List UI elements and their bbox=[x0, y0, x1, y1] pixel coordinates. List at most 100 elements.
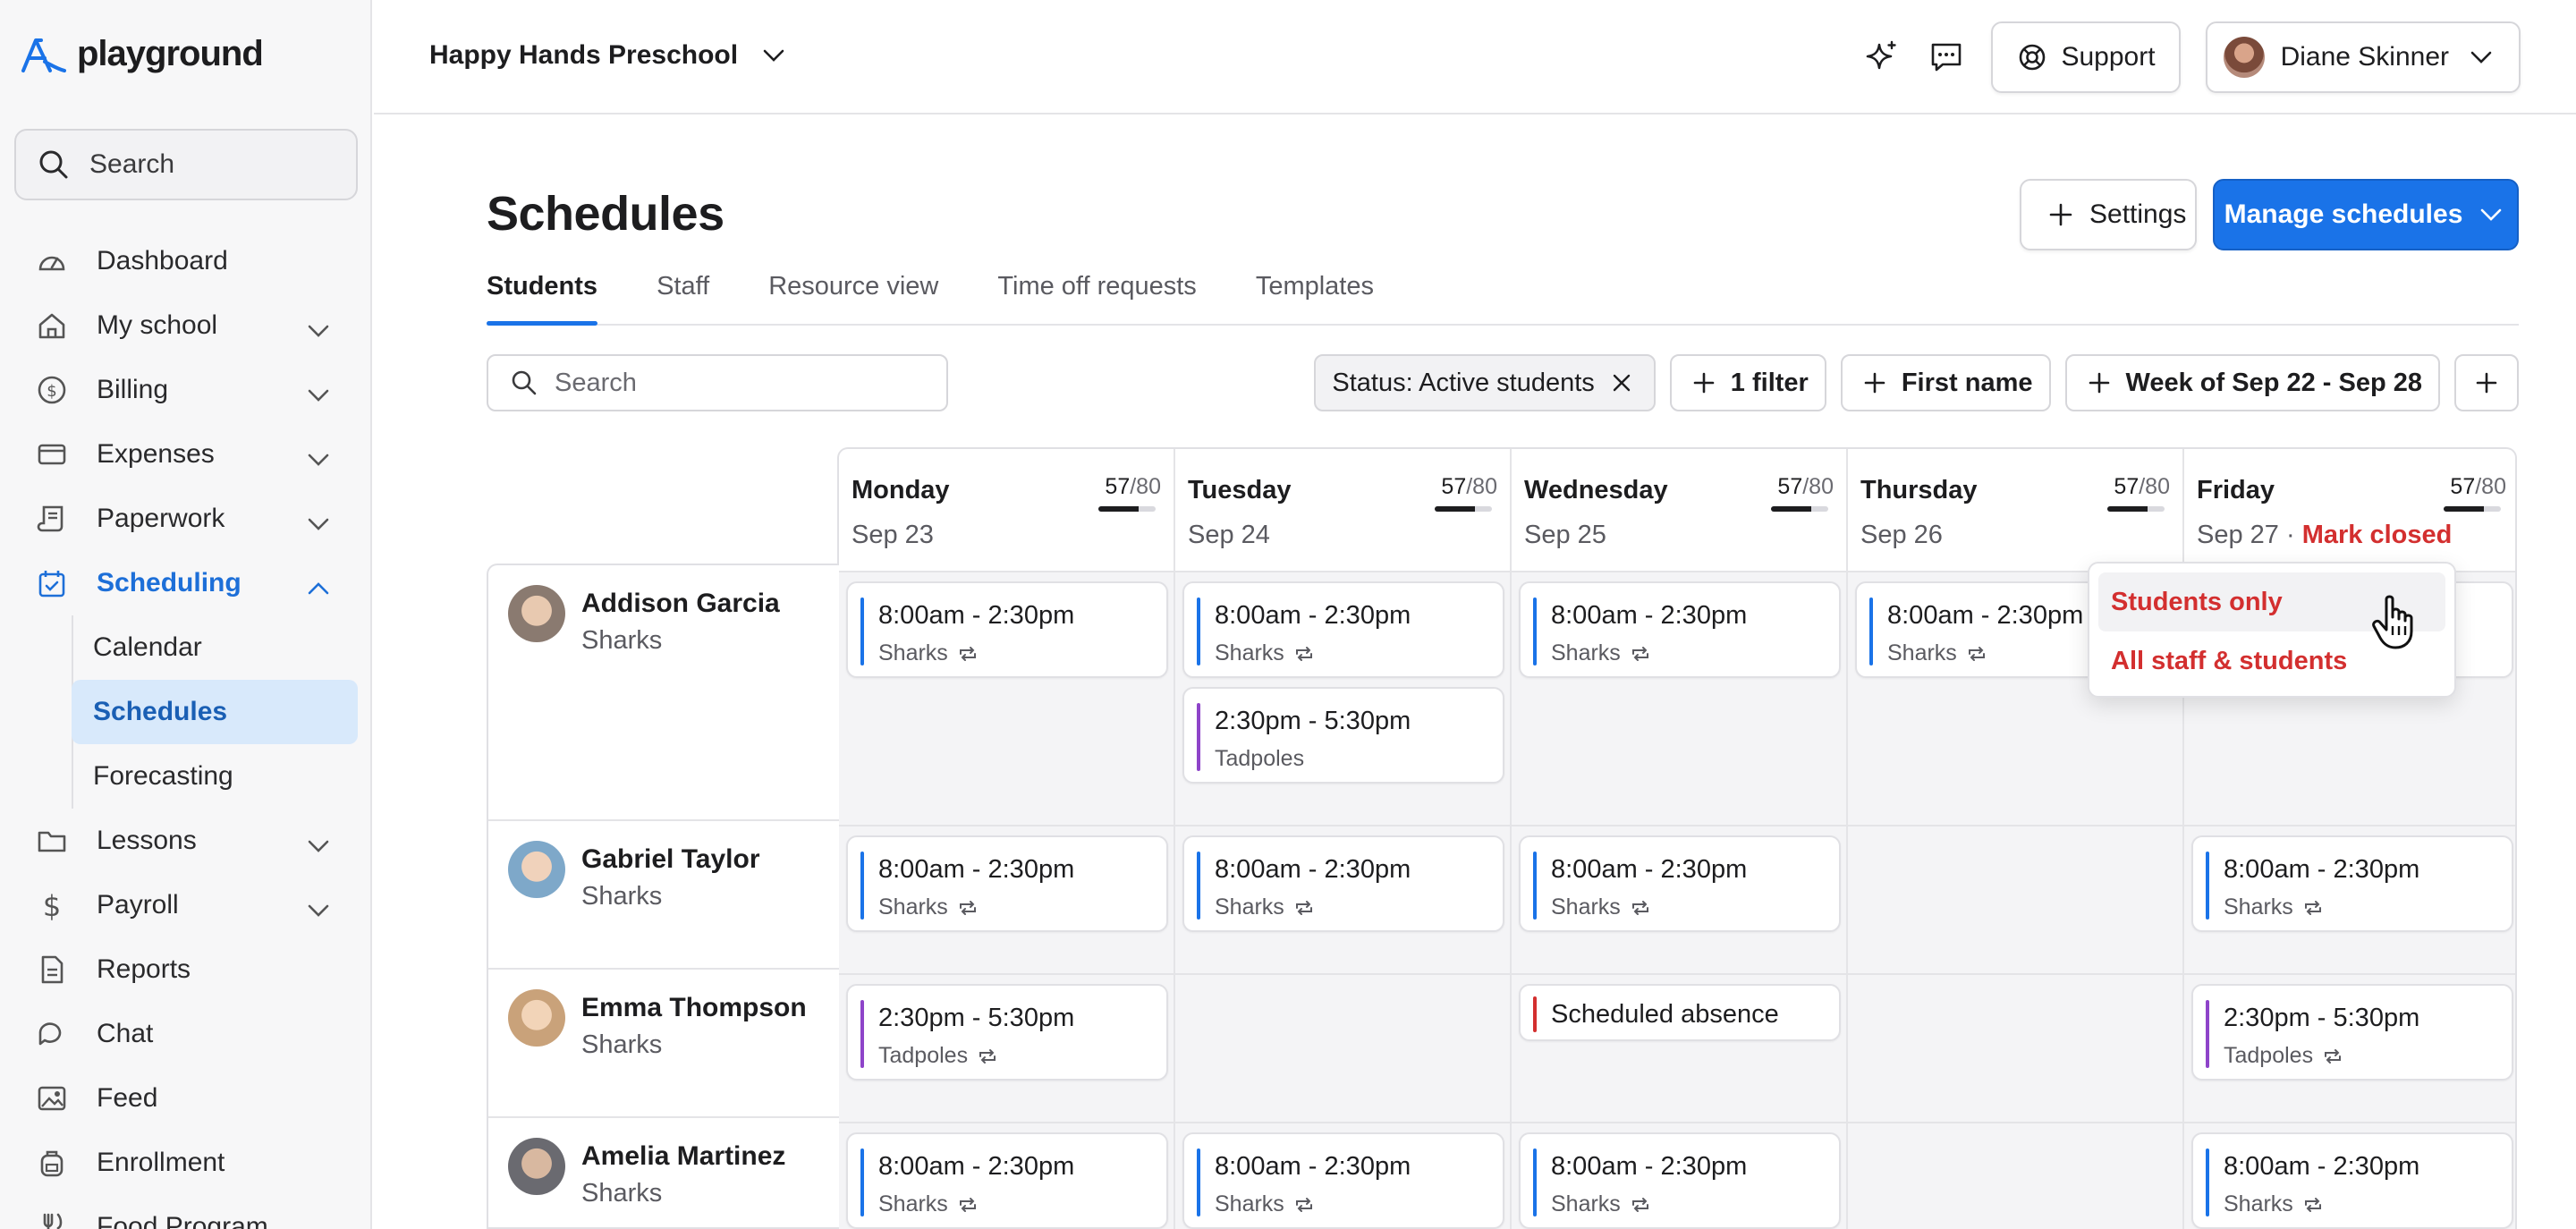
schedule-card[interactable]: 8:00am - 2:30pm Sharks bbox=[1182, 835, 1504, 932]
repeat-icon bbox=[959, 646, 976, 661]
student-search-input[interactable]: Search bbox=[487, 354, 948, 411]
sidebar-search[interactable]: Search bbox=[14, 129, 358, 200]
message-icon[interactable] bbox=[1927, 38, 1966, 77]
close-icon[interactable] bbox=[1606, 367, 1638, 399]
tab-staff[interactable]: Staff bbox=[657, 268, 709, 324]
sidebar-item-food-program[interactable]: Food Program bbox=[0, 1195, 372, 1229]
week-picker-chip[interactable]: Week of Sep 22 - Sep 28 bbox=[2064, 354, 2440, 411]
column-divider bbox=[1174, 572, 1175, 1229]
status-filter-chip[interactable]: Status: Active students bbox=[1314, 354, 1656, 411]
student-row[interactable]: Amelia Martinez Sharks bbox=[488, 1118, 839, 1229]
group-color-bar bbox=[2206, 1000, 2209, 1068]
support-button[interactable]: Support bbox=[1991, 21, 2181, 93]
brand-name: playground bbox=[77, 34, 264, 73]
sidebar-subitem-schedules[interactable]: Schedules bbox=[72, 680, 358, 744]
student-row[interactable]: Emma Thompson Sharks bbox=[488, 970, 839, 1118]
schedule-card[interactable]: 2:30pm - 5:30pm Tadpoles bbox=[2191, 984, 2513, 1081]
day-date: Sep 23 bbox=[852, 521, 934, 549]
student-group: Sharks bbox=[581, 882, 663, 911]
student-row[interactable]: Addison Garcia Sharks bbox=[488, 565, 839, 821]
user-menu[interactable]: Diane Skinner bbox=[2205, 21, 2521, 93]
schedule-group: Sharks bbox=[1215, 894, 1315, 920]
chevron-down-icon[interactable] bbox=[302, 830, 335, 862]
add-filter-chip[interactable]: 1 filter bbox=[1669, 354, 1826, 411]
credit-card-icon bbox=[36, 438, 68, 470]
capacity-count: 57/80 bbox=[1105, 474, 1161, 500]
student-row[interactable]: Gabriel Taylor Sharks bbox=[488, 821, 839, 970]
sidebar-item-chat[interactable]: Chat bbox=[0, 1002, 372, 1066]
tab-resource-view[interactable]: Resource view bbox=[768, 268, 938, 324]
sidebar-item-label: Dashboard bbox=[97, 246, 228, 275]
schedule-card[interactable]: 8:00am - 2:30pm Sharks bbox=[846, 581, 1168, 678]
capacity-count: 57/80 bbox=[2450, 474, 2506, 500]
schedule-card[interactable]: 2:30pm - 5:30pm Tadpoles bbox=[846, 984, 1168, 1081]
sidebar-item-billing[interactable]: $ Billing bbox=[0, 358, 372, 422]
schedule-card[interactable]: 8:00am - 2:30pm Sharks bbox=[1182, 581, 1504, 678]
sidebar-item-reports[interactable]: Reports bbox=[0, 937, 372, 1002]
schedule-card[interactable]: 2:30pm - 5:30pm Tadpoles bbox=[1182, 687, 1504, 784]
tab-time-off-requests[interactable]: Time off requests bbox=[997, 268, 1196, 324]
chevron-down-icon[interactable] bbox=[302, 379, 335, 411]
sidebar-item-feed[interactable]: Feed bbox=[0, 1066, 372, 1131]
enrolled-count: 57 bbox=[2450, 474, 2476, 499]
group-color-bar bbox=[2206, 852, 2209, 920]
schedule-card[interactable]: 8:00am - 2:30pm Sharks bbox=[1519, 1132, 1841, 1229]
day-name: Tuesday bbox=[1188, 476, 1292, 504]
column-divider bbox=[1846, 572, 1848, 1229]
dollar-icon: $ bbox=[36, 889, 68, 921]
student-name: Amelia Martinez bbox=[581, 1141, 786, 1171]
schedule-card[interactable]: 8:00am - 2:30pm Sharks bbox=[1182, 1132, 1504, 1229]
chevron-down-icon[interactable] bbox=[302, 315, 335, 347]
sidebar-item-paperwork[interactable]: Paperwork bbox=[0, 487, 372, 551]
group-color-bar bbox=[860, 1148, 864, 1216]
sidebar-subitem-forecasting[interactable]: Forecasting bbox=[72, 744, 372, 809]
avatar bbox=[508, 841, 565, 898]
manage-schedules-button[interactable]: Manage schedules bbox=[2213, 179, 2519, 250]
sidebar-item-my-school[interactable]: My school bbox=[0, 293, 372, 358]
sidebar-item-enrollment[interactable]: Enrollment bbox=[0, 1131, 372, 1195]
day-name: Friday bbox=[2197, 476, 2275, 504]
school-name: Happy Hands Preschool bbox=[429, 40, 739, 70]
settings-button[interactable]: Settings bbox=[2020, 179, 2197, 250]
capacity-fill bbox=[2444, 506, 2485, 512]
repeat-icon bbox=[2304, 1197, 2321, 1212]
chevron-down-icon[interactable] bbox=[302, 508, 335, 540]
group-label: Sharks bbox=[2224, 1191, 2293, 1216]
tab-students[interactable]: Students bbox=[487, 268, 598, 326]
schedule-time: 8:00am - 2:30pm bbox=[1215, 1152, 1411, 1181]
schedule-card[interactable]: 8:00am - 2:30pm Sharks bbox=[846, 1132, 1168, 1229]
sidebar-item-scheduling[interactable]: Scheduling bbox=[0, 551, 372, 615]
schedule-card[interactable]: 8:00am - 2:30pm Sharks bbox=[1519, 835, 1841, 932]
schedule-group: Tadpoles bbox=[1215, 746, 1304, 772]
sidebar-item-dashboard[interactable]: Dashboard bbox=[0, 229, 372, 293]
absence-card[interactable]: Scheduled absence bbox=[1519, 984, 1841, 1041]
school-switcher[interactable]: Happy Hands Preschool bbox=[429, 39, 790, 72]
sidebar-item-label: Billing bbox=[97, 375, 169, 404]
sparkle-icon[interactable] bbox=[1862, 38, 1902, 77]
schedule-card[interactable]: 8:00am - 2:30pm Sharks bbox=[846, 835, 1168, 932]
schedule-time: 8:00am - 2:30pm bbox=[1551, 1152, 1748, 1181]
week-label: Week of Sep 22 - Sep 28 bbox=[2125, 368, 2423, 397]
repeat-icon bbox=[1295, 900, 1312, 915]
first-name-sort-chip[interactable]: First name bbox=[1840, 354, 2051, 411]
chevron-down-icon[interactable] bbox=[302, 444, 335, 476]
schedule-card[interactable]: 8:00am - 2:30pm Sharks bbox=[2191, 1132, 2513, 1229]
sidebar-item-lessons[interactable]: Lessons bbox=[0, 809, 372, 873]
sidebar-item-payroll[interactable]: $ Payroll bbox=[0, 873, 372, 937]
chevron-up-icon[interactable] bbox=[302, 572, 335, 605]
mark-closed-button[interactable]: Mark closed bbox=[2302, 521, 2453, 549]
sidebar-item-expenses[interactable]: Expenses bbox=[0, 422, 372, 487]
day-date: Sep 24 bbox=[1188, 521, 1270, 549]
schedule-group: Tadpoles bbox=[878, 1043, 998, 1069]
schedule-card[interactable]: 8:00am - 2:30pm Sharks bbox=[2191, 835, 2513, 932]
add-chip-button[interactable] bbox=[2454, 354, 2519, 411]
avatar bbox=[2223, 37, 2265, 78]
repeat-icon bbox=[2304, 900, 2321, 915]
group-label: Sharks bbox=[1215, 640, 1284, 665]
sidebar-subitem-calendar[interactable]: Calendar bbox=[72, 615, 372, 680]
brand-logo[interactable]: playground bbox=[20, 34, 264, 74]
search-placeholder: Search bbox=[555, 368, 637, 397]
schedule-card[interactable]: 8:00am - 2:30pm Sharks bbox=[1519, 581, 1841, 678]
tab-templates[interactable]: Templates bbox=[1256, 268, 1374, 324]
chevron-down-icon[interactable] bbox=[302, 894, 335, 927]
